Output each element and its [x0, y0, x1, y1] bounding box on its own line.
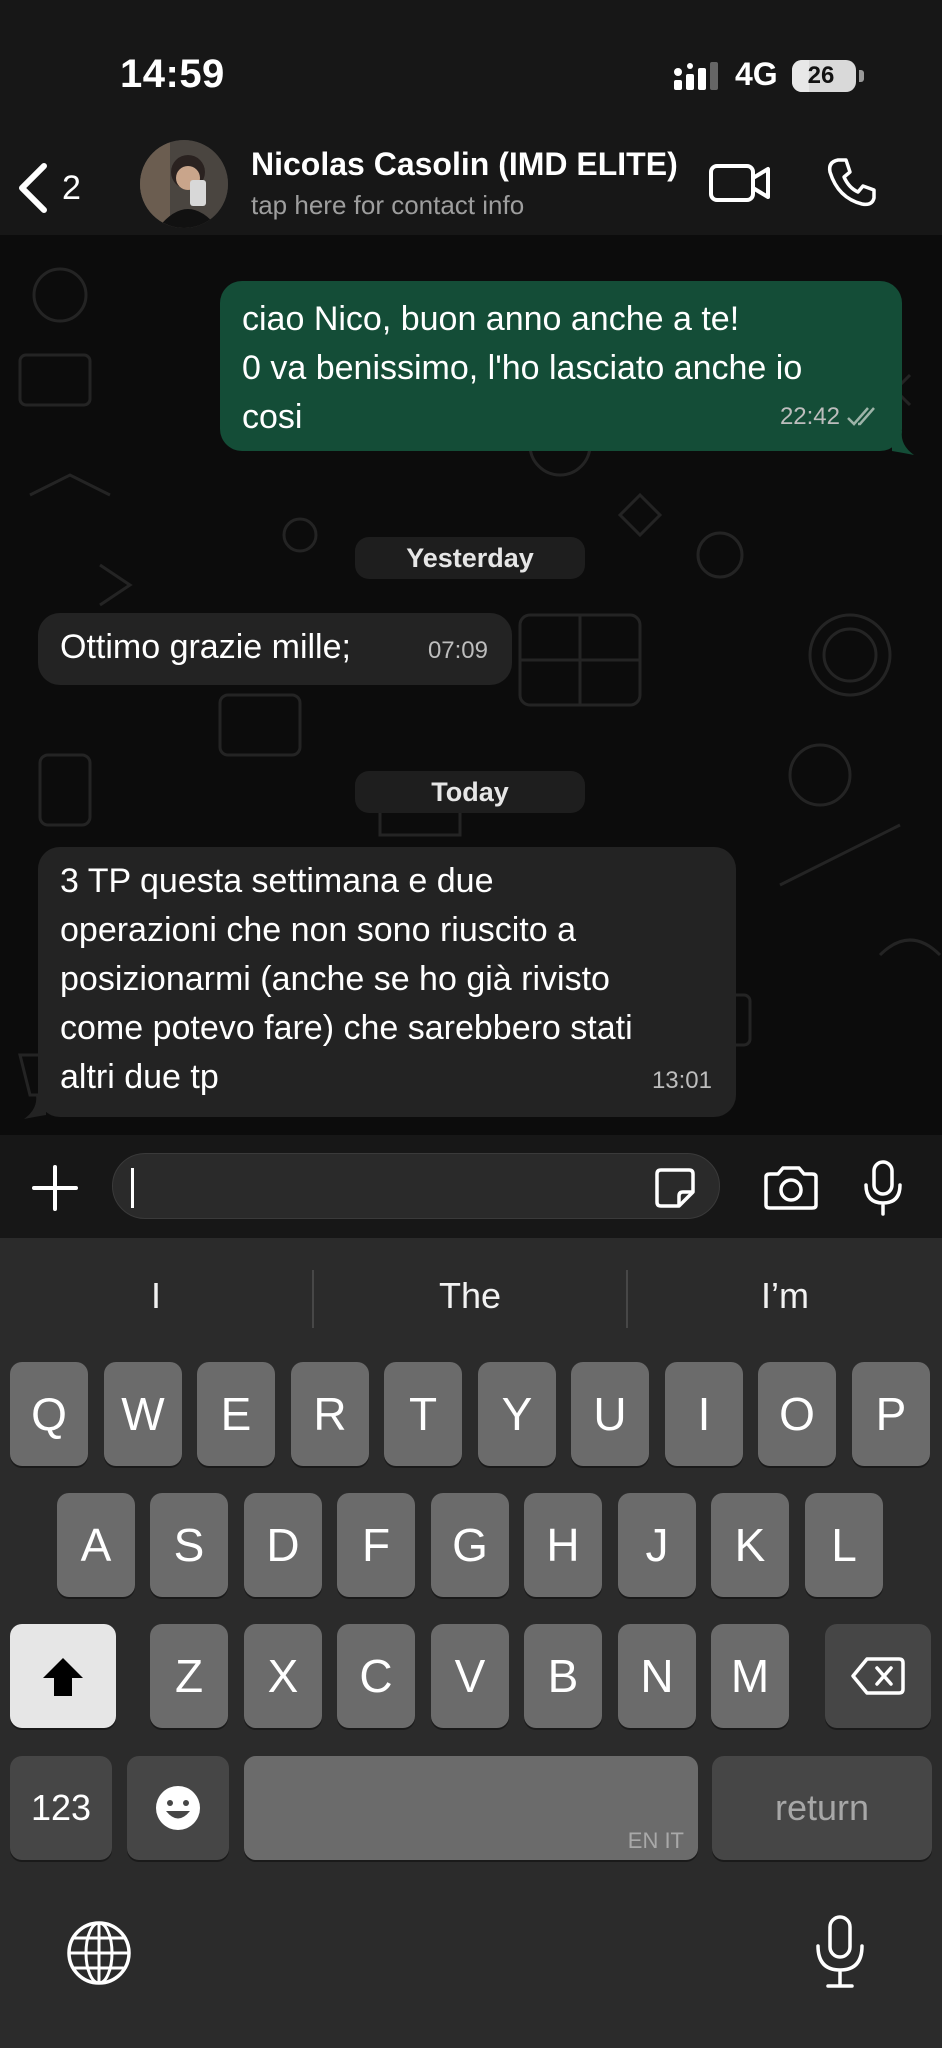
key-u[interactable]: U: [571, 1362, 649, 1466]
key-m[interactable]: M: [711, 1624, 789, 1728]
key-d[interactable]: D: [244, 1493, 322, 1597]
avatar-photo: [140, 140, 228, 228]
key-v[interactable]: V: [431, 1624, 509, 1728]
key-w[interactable]: W: [104, 1362, 182, 1466]
message-text-line: Ottimo grazie mille;: [60, 628, 351, 666]
message-bubble-outgoing[interactable]: ciao Nico, buon anno anche a te! 0 va be…: [220, 281, 902, 451]
key-a[interactable]: A: [57, 1493, 135, 1597]
key-h[interactable]: H: [524, 1493, 602, 1597]
status-bar: 14:59 4G 26: [0, 0, 942, 140]
message-time: 22:42: [779, 403, 840, 430]
numbers-key[interactable]: 123: [10, 1756, 112, 1860]
date-separator: Today: [355, 771, 585, 813]
chat-area[interactable]: ciao Nico, buon anno anche a te! 0 va be…: [0, 235, 942, 1135]
message-text-line: altri due tp: [60, 1058, 219, 1096]
key-b[interactable]: B: [524, 1624, 602, 1728]
key-z[interactable]: Z: [150, 1624, 228, 1728]
key-c[interactable]: C: [337, 1624, 415, 1728]
key-f[interactable]: F: [337, 1493, 415, 1597]
space-key[interactable]: EN IT: [244, 1756, 698, 1860]
message-input[interactable]: [112, 1153, 720, 1219]
date-separator: Yesterday: [355, 537, 585, 579]
emoji-icon: [156, 1786, 200, 1830]
globe-icon[interactable]: [64, 1918, 134, 1988]
key-x[interactable]: X: [244, 1624, 322, 1728]
key-o[interactable]: O: [758, 1362, 836, 1466]
message-bubble-incoming[interactable]: 3 TP questa settimana e due operazioni c…: [38, 847, 736, 1117]
message-meta: 22:42: [780, 392, 880, 441]
suggestion-2[interactable]: The: [314, 1268, 626, 1324]
back-chevron-icon: [19, 163, 47, 213]
phone-icon[interactable]: [824, 154, 880, 210]
message-text-line: 0 va benissimo, l'ho lasciato anche io: [242, 349, 803, 387]
contact-name[interactable]: Nicolas Casolin (IMD ELITE): [251, 146, 678, 183]
bubble-tail: [892, 431, 914, 455]
message-bubble-incoming[interactable]: Ottimo grazie mille; 07:09: [38, 613, 512, 685]
shift-key[interactable]: [10, 1624, 116, 1728]
microphone-icon[interactable]: [860, 1159, 906, 1217]
suggestion-3[interactable]: I’m: [628, 1268, 942, 1324]
sticker-icon[interactable]: [653, 1166, 697, 1210]
keyboard: I The I’m Q W E R T Y U I O P A S D F G …: [0, 1238, 942, 2048]
key-l[interactable]: L: [805, 1493, 883, 1597]
key-n[interactable]: N: [618, 1624, 696, 1728]
key-p[interactable]: P: [852, 1362, 930, 1466]
battery-indicator: 26: [792, 60, 864, 92]
emoji-key[interactable]: [127, 1756, 229, 1860]
cellular-signal-icon: [674, 62, 718, 90]
key-s[interactable]: S: [150, 1493, 228, 1597]
message-time: 13:01: [651, 1067, 712, 1094]
back-button[interactable]: 2: [16, 158, 106, 218]
contact-info-hint[interactable]: tap here for contact info: [251, 190, 524, 221]
read-receipt-icon: [847, 406, 875, 426]
text-caret: [131, 1168, 134, 1208]
space-language-label: EN IT: [627, 1828, 684, 1853]
return-key[interactable]: return: [712, 1756, 932, 1860]
key-t[interactable]: T: [384, 1362, 462, 1466]
key-g[interactable]: G: [431, 1493, 509, 1597]
avatar[interactable]: [140, 140, 228, 228]
delete-icon: [851, 1657, 905, 1695]
status-time: 14:59: [120, 52, 225, 96]
suggestion-1[interactable]: I: [0, 1268, 312, 1324]
key-y[interactable]: Y: [478, 1362, 556, 1466]
message-text-line: operazioni che non sono riuscito a: [60, 911, 576, 949]
message-text-line: 3 TP questa settimana e due: [60, 862, 494, 900]
key-r[interactable]: R: [291, 1362, 369, 1466]
message-text-line: posizionarmi (anche se ho già rivisto: [60, 960, 610, 998]
delete-key[interactable]: [825, 1624, 931, 1728]
battery-tip: [859, 70, 864, 82]
unread-chats-count: 2: [62, 168, 81, 207]
key-j[interactable]: J: [618, 1493, 696, 1597]
bubble-tail: [24, 1095, 46, 1119]
key-e[interactable]: E: [197, 1362, 275, 1466]
chat-header: 2 Nicolas Casolin (IMD ELITE) tap here f…: [0, 140, 942, 235]
shift-icon: [43, 1658, 83, 1696]
camera-icon[interactable]: [762, 1165, 820, 1211]
battery-percent: 26: [807, 62, 835, 89]
key-i[interactable]: I: [665, 1362, 743, 1466]
plus-icon[interactable]: [30, 1163, 80, 1213]
video-call-icon[interactable]: [708, 158, 772, 208]
key-k[interactable]: K: [711, 1493, 789, 1597]
message-text-line: ciao Nico, buon anno anche a te!: [242, 300, 740, 338]
message-time: 07:09: [427, 637, 488, 664]
message-composer: [0, 1135, 942, 1238]
key-q[interactable]: Q: [10, 1362, 88, 1466]
dictation-microphone-icon[interactable]: [812, 1914, 868, 1990]
message-text-line: come potevo fare) che sarebbero stati: [60, 1009, 633, 1047]
network-type: 4G: [735, 56, 778, 92]
